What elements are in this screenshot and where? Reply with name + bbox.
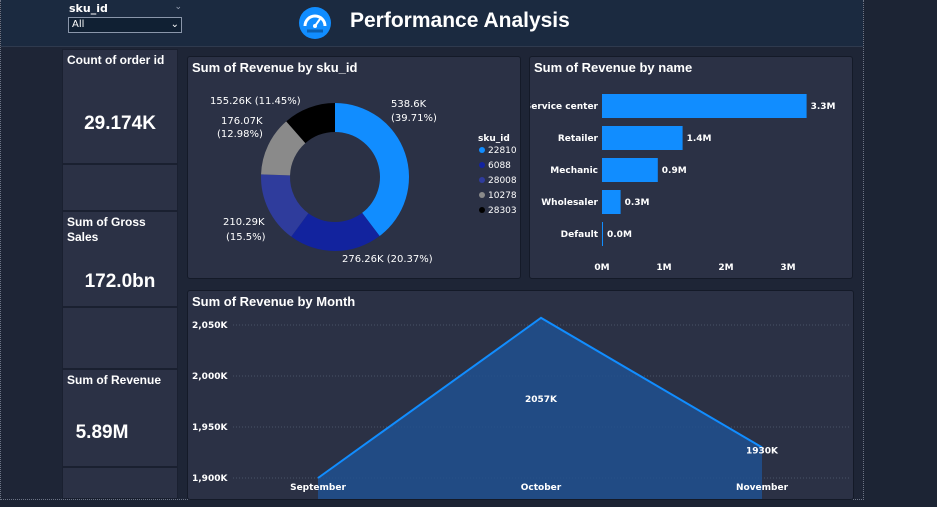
kpi-value: 172.0bn (84, 271, 156, 292)
chevron-down-icon[interactable]: ⌄ (174, 2, 182, 12)
legend-marker[interactable] (479, 207, 485, 213)
data-label-28008-pct: (15.5%) (226, 232, 266, 243)
y-tick-label: 2,000K (192, 372, 228, 382)
bar-default[interactable] (602, 222, 603, 246)
kpi-title: Count of order id (67, 53, 165, 67)
bar-mechanic[interactable] (602, 158, 658, 182)
donut-chart[interactable]: 155.26K (11.45%) 176.07K (12.98%) 538.6K… (188, 57, 520, 278)
kpi-spacer-card (62, 467, 178, 499)
legend-item-28008[interactable]: 28008 (488, 176, 517, 186)
page-title: Performance Analysis (350, 9, 570, 32)
legend-item-28303[interactable]: 28303 (488, 206, 517, 216)
kpi-title: Sum of Revenue (67, 373, 162, 387)
right-background-strip (864, 0, 937, 507)
slicer-dropdown[interactable]: All ⌄ (68, 17, 182, 33)
bar-category-label: Wholesaler (541, 198, 598, 208)
bottom-background-strip (0, 500, 937, 507)
data-label-10278: 176.07K (221, 116, 263, 127)
kpi-title: Sum of Gross Sales (67, 215, 146, 244)
x-tick-label: 1M (656, 263, 671, 273)
data-label-22810: 538.6K (391, 99, 427, 110)
bar-wholesaler[interactable] (602, 190, 621, 214)
bar-category-label: Retailer (558, 134, 599, 144)
area-chart-panel[interactable]: Sum of Revenue by Month 2057K 1930K Septem… (187, 290, 854, 500)
slicer-label: sku_id (69, 2, 108, 15)
x-tick-label: November (736, 483, 789, 493)
kpi-spacer-card (62, 307, 178, 369)
bar-data-label: 0.9M (662, 166, 687, 176)
data-label-6088: 276.26K (20.37%) (342, 254, 433, 265)
data-label-10278-pct: (12.98%) (217, 129, 263, 140)
x-tick-label: October (521, 483, 562, 493)
legend-item-6088[interactable]: 6088 (488, 161, 511, 171)
bar-data-label: 3.3M (811, 102, 836, 112)
bar-retailer[interactable] (602, 126, 683, 150)
bar-data-label: 0.0M (607, 230, 632, 240)
bar-service-center[interactable] (602, 94, 807, 118)
donut-slice-6088[interactable] (291, 212, 380, 252)
y-tick-label: 1,900K (192, 474, 228, 484)
area-data-label: 1930K (746, 446, 779, 456)
data-label-28303: 155.26K (11.45%) (210, 96, 301, 107)
kpi-card-revenue[interactable]: Sum of Revenue 5.89M (62, 369, 178, 467)
kpi-card-gross-sales[interactable]: Sum of Gross Sales 172.0bn (62, 211, 178, 307)
data-label-22810-pct: (39.71%) (391, 113, 437, 124)
slicer-selected-value: All (72, 19, 85, 30)
bar-category-label: Default (561, 230, 599, 240)
data-label-28008: 210.29K (223, 217, 265, 228)
x-tick-label: 2M (718, 263, 733, 273)
legend-item-22810[interactable]: 22810 (488, 146, 517, 156)
x-tick-label: 3M (780, 263, 795, 273)
area-data-label: 2057K (525, 395, 558, 405)
area-chart[interactable]: 2057K 1930K September October November 2,050… (188, 291, 853, 499)
legend-marker[interactable] (479, 192, 485, 198)
bar-chart-panel[interactable]: Sum of Revenue by name Service center 3.3… (529, 56, 853, 279)
legend-item-10278[interactable]: 10278 (488, 191, 517, 201)
bar-category-label: Service center (530, 102, 599, 112)
y-tick-label: 1,950K (192, 423, 228, 433)
bar-chart[interactable]: Service center 3.3M Retailer 1.4M Mechanic 0.… (530, 57, 852, 278)
x-tick-label: September (290, 483, 346, 493)
chevron-down-icon[interactable]: ⌄ (171, 18, 179, 32)
kpi-value: 29.174K (84, 113, 156, 134)
bar-data-label: 0.3M (625, 198, 650, 208)
x-tick-label: 0M (594, 263, 609, 273)
y-tick-label: 2,050K (192, 321, 228, 331)
donut-chart-panel[interactable]: Sum of Revenue by sku_id 155.26K (11.45%… (187, 56, 521, 279)
legend-marker[interactable] (479, 177, 485, 183)
gauge-logo-icon (299, 7, 331, 39)
legend-title: sku_id (478, 134, 510, 144)
kpi-value: 5.89M (75, 422, 129, 443)
kpi-card-order-count[interactable]: Count of order id 29.174K (62, 49, 178, 164)
sku-id-slicer[interactable]: sku_id ⌄ All ⌄ (62, 0, 186, 37)
legend-marker[interactable] (479, 162, 485, 168)
bar-data-label: 1.4M (687, 134, 712, 144)
kpi-spacer-card (62, 164, 178, 211)
bar-category-label: Mechanic (550, 166, 598, 176)
legend-marker[interactable] (479, 147, 485, 153)
